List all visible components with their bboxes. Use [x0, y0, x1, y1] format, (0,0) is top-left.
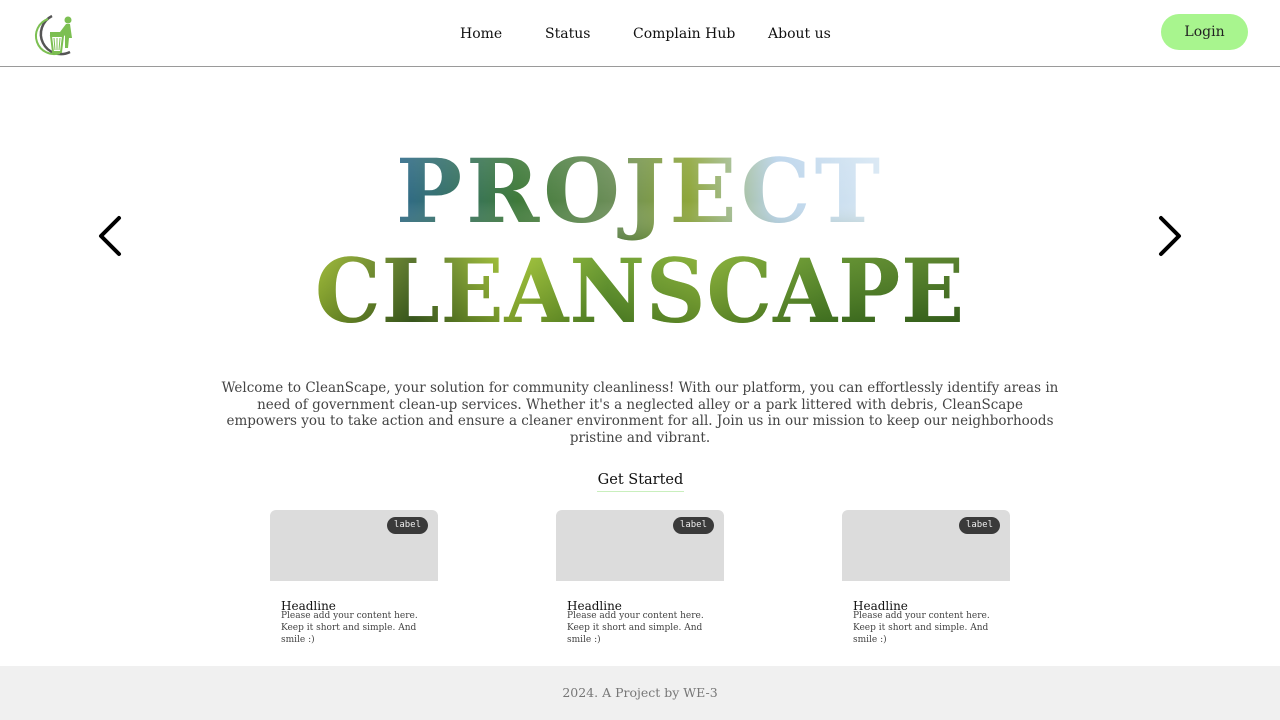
chevron-left-icon [99, 216, 121, 256]
feature-card[interactable]: label Headline Please add your content h… [842, 510, 1010, 650]
footer-credit: 2024. A Project by WE-3 [562, 685, 718, 700]
nav-link-home[interactable]: Home [460, 26, 502, 42]
card-body-text: Please add your content here. Keep it sh… [567, 611, 704, 645]
chevron-right-icon [1159, 216, 1181, 256]
card-label-badge: label [386, 517, 428, 534]
main-nav: Home Status Complain Hub About us [0, 26, 1280, 46]
card-body-text: Please add your content here. Keep it sh… [853, 611, 990, 645]
hero-title-line-1-shade: PROJECT [396, 139, 884, 243]
card-label-badge: label [958, 517, 1000, 534]
hero-title: PROJECT PROJECT CLEANSCAPE CLEANSCAPE [315, 139, 965, 340]
login-button[interactable]: Login [1161, 14, 1248, 50]
card-image-placeholder: label [270, 510, 438, 581]
site-footer: 2024. A Project by WE-3 [0, 666, 1280, 720]
nav-link-complain-hub[interactable]: Complain Hub [633, 26, 735, 42]
nav-link-status[interactable]: Status [545, 26, 590, 42]
feature-card[interactable]: label Headline Please add your content h… [556, 510, 724, 650]
carousel-next-button[interactable] [1150, 212, 1190, 260]
hero-title-line-2-shade: CLEANSCAPE [315, 239, 965, 340]
carousel-prev-button[interactable] [90, 212, 130, 260]
feature-card[interactable]: label Headline Please add your content h… [270, 510, 438, 650]
site-header: Home Status Complain Hub About us Login [0, 0, 1280, 67]
card-body-text: Please add your content here. Keep it sh… [281, 611, 418, 645]
nav-link-about-us[interactable]: About us [768, 26, 831, 42]
card-image-placeholder: label [556, 510, 724, 581]
card-label-badge: label [672, 517, 714, 534]
get-started-link[interactable]: Get Started [597, 472, 684, 492]
card-image-placeholder: label [842, 510, 1010, 581]
hero-description: Welcome to CleanScape, your solution for… [221, 380, 1059, 446]
